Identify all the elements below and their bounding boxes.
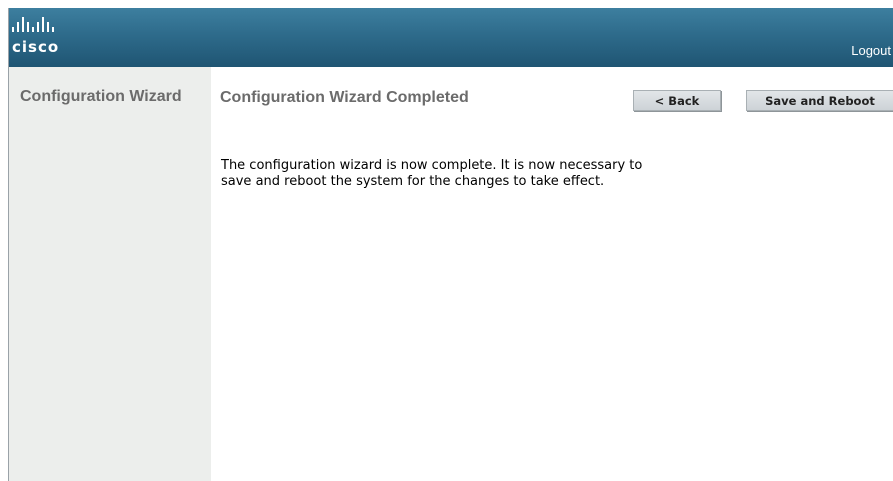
- logo-text: cisco: [12, 38, 60, 56]
- cisco-bridge-logo-icon: [12, 17, 54, 32]
- logout-link[interactable]: Logout: [851, 43, 891, 58]
- sidebar: Configuration Wizard: [9, 67, 211, 481]
- cisco-logo: cisco: [12, 17, 82, 61]
- app-window: cisco Logout Configuration Wizard Config…: [8, 8, 893, 481]
- back-button[interactable]: < Back: [633, 90, 721, 111]
- sidebar-item-configuration-wizard[interactable]: Configuration Wizard: [20, 88, 182, 106]
- main-content: Configuration Wizard Completed < Back Sa…: [211, 67, 893, 481]
- header-bar: cisco Logout: [9, 8, 893, 67]
- page-title: Configuration Wizard Completed: [220, 89, 469, 106]
- completion-message: The configuration wizard is now complete…: [221, 158, 643, 189]
- save-and-reboot-button[interactable]: Save and Reboot: [746, 90, 893, 111]
